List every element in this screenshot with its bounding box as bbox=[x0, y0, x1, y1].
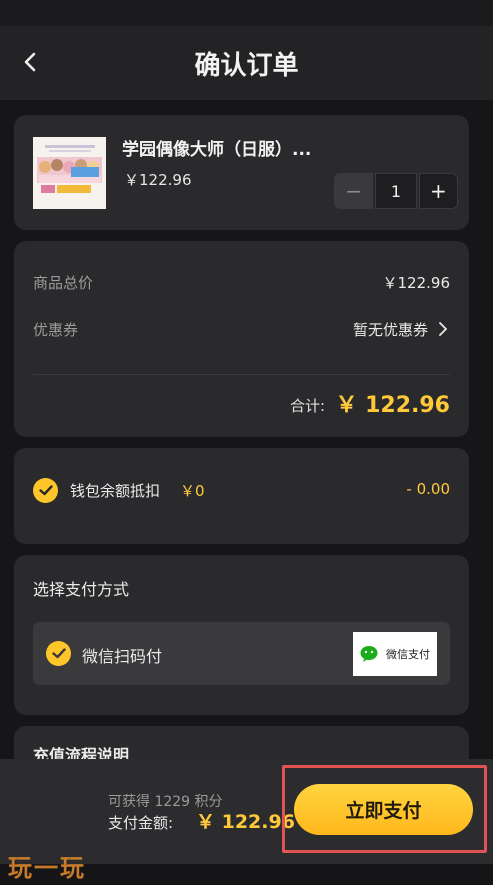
watermark-logo: 玩一玩 bbox=[8, 853, 86, 882]
subtotal-label: 商品总价 bbox=[33, 274, 94, 292]
check-icon bbox=[38, 485, 53, 496]
wallet-checkbox[interactable] bbox=[33, 478, 58, 503]
back-button[interactable] bbox=[14, 46, 46, 78]
payment-section-title: 选择支付方式 bbox=[33, 580, 130, 599]
chevron-left-icon bbox=[24, 52, 36, 72]
pay-amount-label: 支付金额: bbox=[108, 814, 174, 832]
subtotal-row: 商品总价 ￥122.96 bbox=[33, 272, 450, 293]
coupon-label: 优惠券 bbox=[33, 321, 79, 339]
divider bbox=[33, 374, 450, 375]
status-strip bbox=[0, 0, 493, 26]
product-name: 学园偶像大师（日服）... bbox=[122, 140, 312, 160]
wallet-label: 钱包余额抵扣 bbox=[70, 482, 161, 500]
quantity-value[interactable]: 1 bbox=[375, 173, 417, 209]
payment-method-card: 选择支付方式 微信扫码付 微信支付 bbox=[14, 555, 469, 715]
product-image bbox=[33, 137, 106, 209]
chevron-right-icon bbox=[439, 322, 447, 336]
coupon-row[interactable]: 优惠券 暂无优惠券 bbox=[33, 319, 450, 340]
wechat-pay-logo-text: 微信支付 bbox=[386, 648, 430, 661]
product-thumbnail[interactable] bbox=[33, 137, 106, 209]
payment-option-label: 微信扫码付 bbox=[82, 647, 163, 666]
product-card: 学园偶像大师（日服）... ￥122.96 − 1 + bbox=[14, 115, 469, 230]
page-header: 确认订单 bbox=[0, 26, 493, 100]
quantity-stepper: − 1 + bbox=[334, 173, 458, 209]
wallet-deduction-card: 钱包余额抵扣 ￥0 - 0.00 bbox=[14, 448, 469, 544]
page-title: 确认订单 bbox=[194, 50, 299, 81]
price-summary-card: 商品总价 ￥122.96 优惠券 暂无优惠券 合计: ￥ 122.96 bbox=[14, 241, 469, 437]
pay-amount-value: ￥ 122.96 bbox=[196, 811, 295, 833]
total-label: 合计: bbox=[289, 397, 325, 415]
increase-quantity-button[interactable]: + bbox=[418, 173, 458, 209]
wallet-balance: ￥0 bbox=[180, 482, 205, 500]
decrease-quantity-button[interactable]: − bbox=[334, 173, 374, 209]
wallet-deduction: - 0.00 bbox=[406, 480, 450, 498]
wechat-icon bbox=[360, 646, 378, 662]
total-value: ￥ 122.96 bbox=[335, 393, 450, 418]
product-price: ￥122.96 bbox=[124, 171, 192, 189]
payment-option-wechat[interactable]: 微信扫码付 微信支付 bbox=[33, 622, 450, 685]
subtotal-value: ￥122.96 bbox=[382, 274, 451, 292]
payment-option-checkbox[interactable] bbox=[46, 641, 71, 666]
pay-now-button[interactable]: 立即支付 bbox=[294, 784, 473, 835]
wechat-pay-logo: 微信支付 bbox=[353, 632, 437, 676]
coupon-value: 暂无优惠券 bbox=[352, 321, 428, 339]
check-icon bbox=[51, 648, 66, 659]
